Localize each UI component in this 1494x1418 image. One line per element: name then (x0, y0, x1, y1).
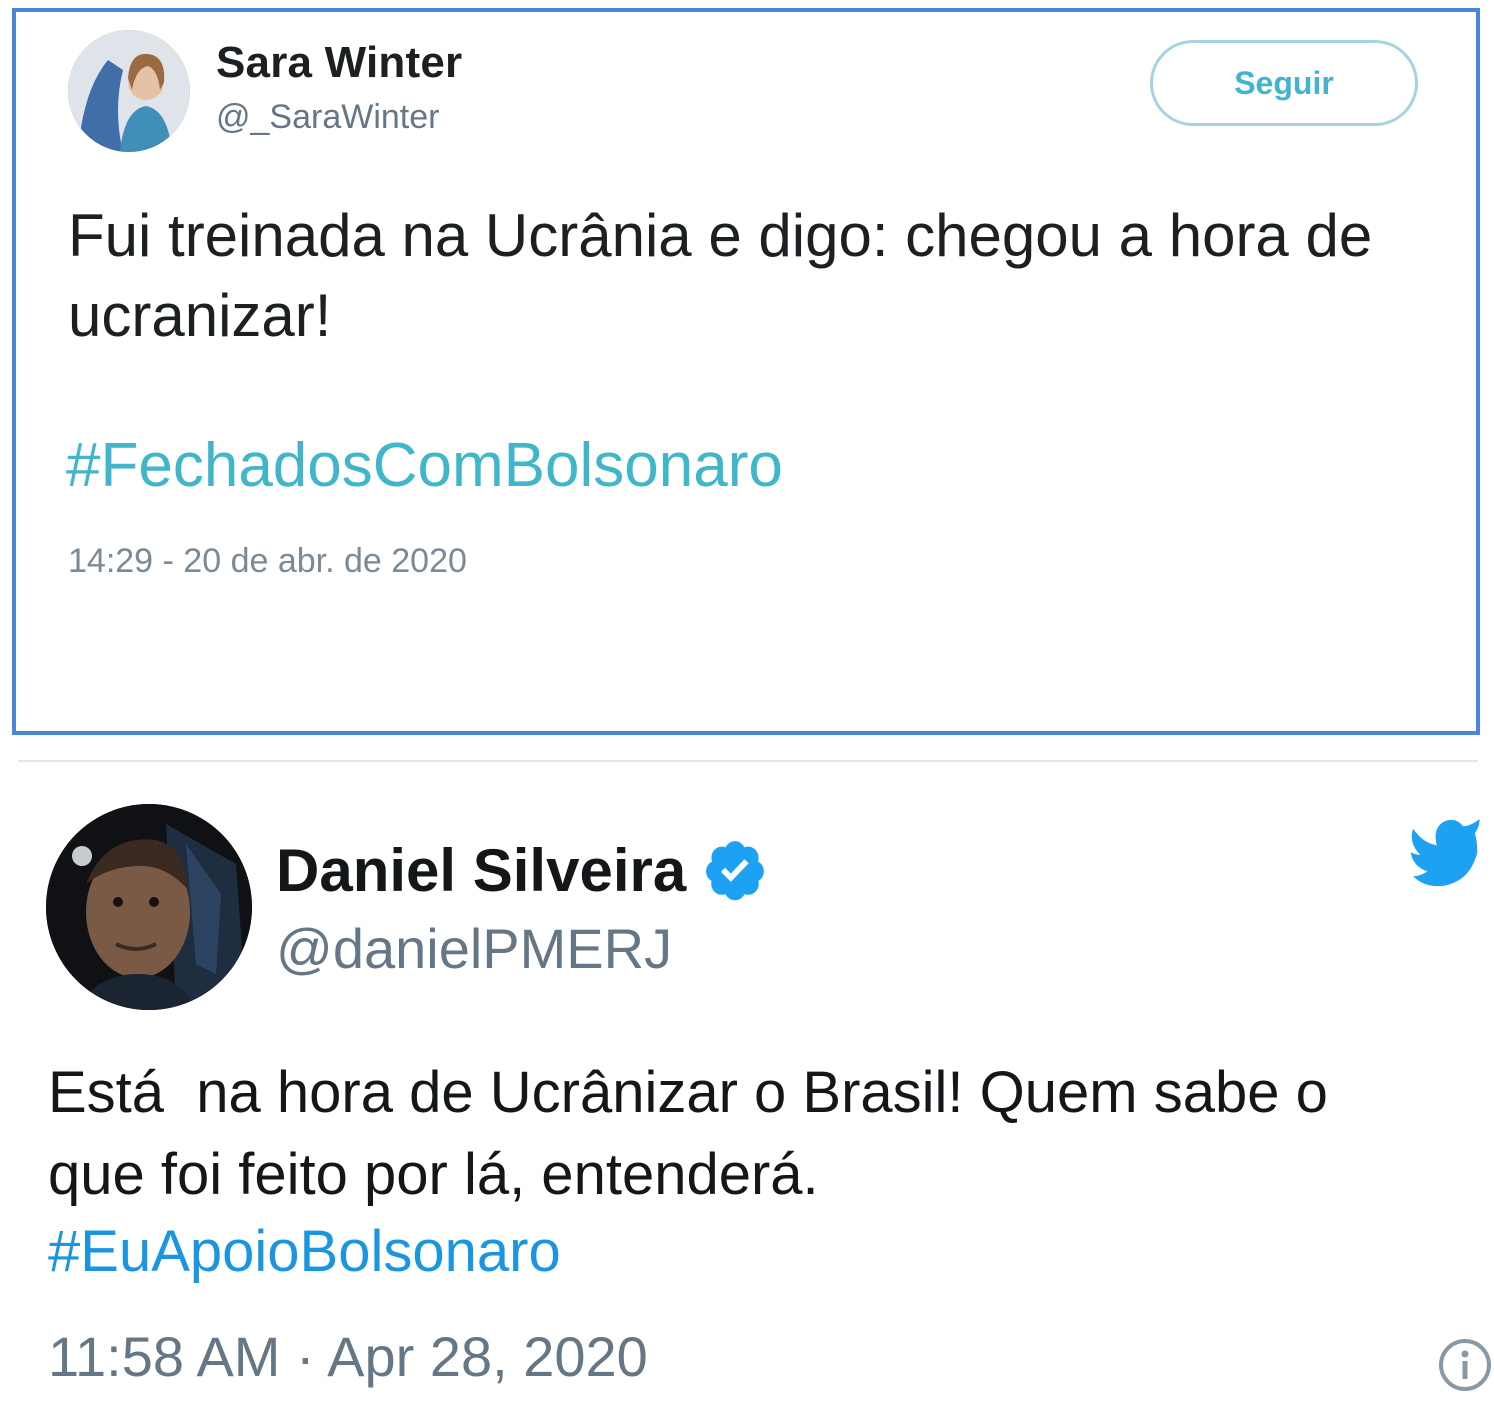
tweet-text: Está na hora de Ucrânizar o Brasil! Quem… (48, 1052, 1468, 1216)
divider (18, 760, 1478, 762)
follow-button[interactable]: Seguir (1150, 40, 1418, 126)
author-name-row: Daniel Silveira (276, 830, 768, 910)
avatar-image (68, 30, 190, 152)
tweet-timestamp[interactable]: 14:29 - 20 de abr. de 2020 (68, 542, 467, 581)
tweet-card-sara-winter: Sara Winter @_SaraWinter Seguir Fui trei… (12, 8, 1480, 735)
tweet-text: Fui treinada na Ucrânia e digo: chegou a… (68, 202, 1373, 349)
avatar[interactable] (68, 30, 190, 152)
author-handle[interactable]: @_SaraWinter (216, 98, 439, 137)
author-name[interactable]: Sara Winter (216, 38, 462, 88)
twitter-bird-icon[interactable] (1408, 812, 1480, 900)
page: Sara Winter @_SaraWinter Seguir Fui trei… (0, 0, 1494, 1418)
hashtag-link[interactable]: #EuApoioBolsonaro (48, 1218, 561, 1285)
verified-badge-icon (706, 841, 765, 901)
tweet-text-line: que foi feito por lá, entenderá. (48, 1142, 819, 1207)
hashtag-link[interactable]: #FechadosComBolsonaro (66, 430, 783, 501)
avatar[interactable] (46, 804, 252, 1010)
author-handle[interactable]: @danielPMERJ (276, 916, 672, 981)
avatar-image (46, 804, 252, 1010)
tweet-text-line: Está na hora de Ucrânizar o Brasil! Quem… (48, 1060, 1328, 1125)
info-icon[interactable] (1436, 1336, 1494, 1394)
author-name[interactable]: Daniel Silveira (276, 836, 686, 905)
tweet-timestamp[interactable]: 11:58 AM · Apr 28, 2020 (48, 1324, 648, 1389)
